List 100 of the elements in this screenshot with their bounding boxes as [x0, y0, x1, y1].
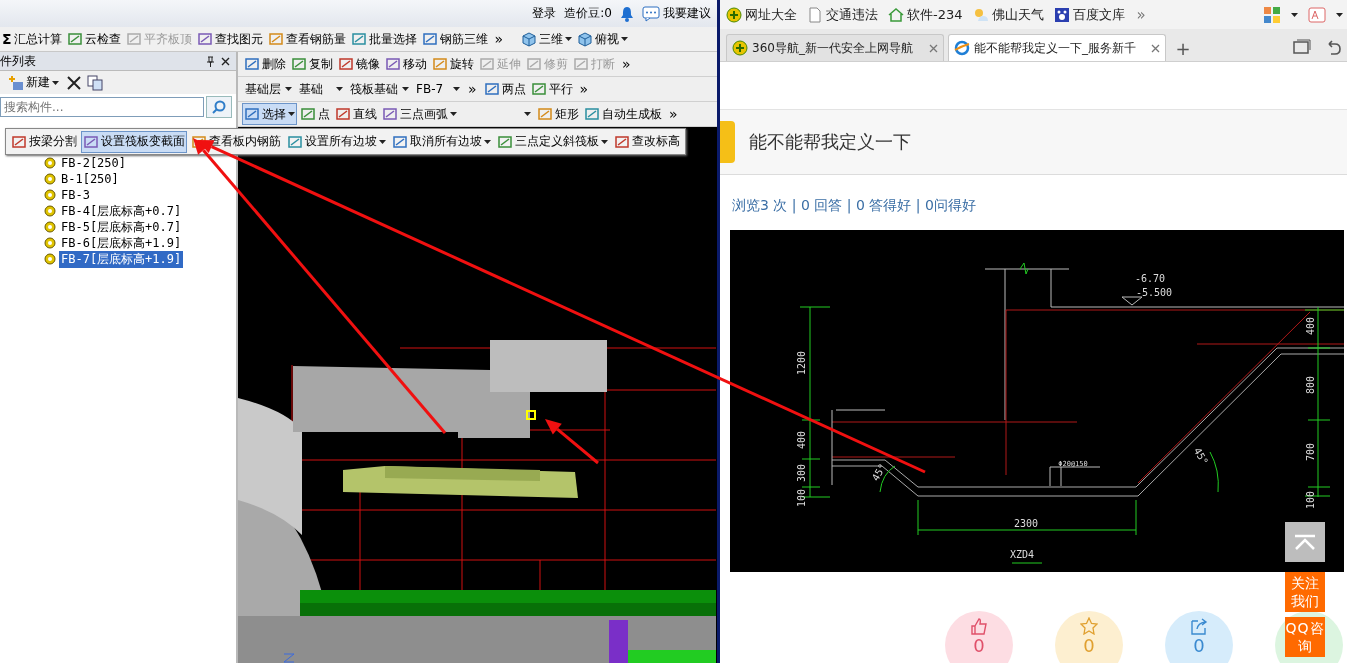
toolbar-button[interactable]: 按梁分割 [9, 130, 79, 153]
layer-dropdown[interactable]: 基础层 [242, 79, 295, 99]
bookmark-link[interactable]: 软件-234 [886, 5, 965, 24]
view-dropdown[interactable]: 三维 [519, 28, 575, 50]
toolbar-button[interactable]: 矩形 [535, 103, 581, 125]
toolbar-button[interactable]: 移动 [383, 53, 429, 75]
tool-icon [421, 31, 438, 47]
tool-icon [497, 133, 513, 150]
new-tab-button[interactable]: + [1170, 35, 1196, 61]
tree-item[interactable]: B-1[250] [59, 172, 121, 186]
toolbar-button[interactable]: 平行 [528, 78, 575, 100]
browser-tab[interactable]: 360导航_新一代安全上网导航 [726, 34, 944, 61]
overflow-button[interactable]: » [575, 79, 593, 99]
plus-icon [8, 74, 24, 91]
apps-icon[interactable] [1263, 5, 1281, 24]
bookmark-link[interactable]: 交通违法 [805, 5, 880, 24]
toolbar-button[interactable]: 三点画弧 [380, 103, 459, 125]
bell-icon[interactable] [620, 5, 634, 22]
tree-item[interactable]: FB-3 [59, 188, 92, 202]
tool-icon [338, 56, 354, 72]
gear-icon [44, 221, 56, 233]
toolbar-button[interactable]: 镜像 [336, 53, 382, 75]
caret-icon [402, 87, 409, 91]
delete-icon[interactable] [67, 75, 81, 90]
caret-icon [453, 87, 460, 91]
overflow-button[interactable]: » [464, 79, 481, 99]
overflow-button[interactable]: » [665, 104, 682, 124]
view-dropdown[interactable]: 俯视 [575, 28, 631, 50]
tool-icon [196, 31, 213, 47]
tab-list-icon[interactable] [1293, 39, 1311, 55]
toolbar-button[interactable]: 自动生成板 [582, 103, 664, 125]
toolbar-button[interactable]: 三点定义斜筏板 [495, 130, 610, 153]
toolbar-button[interactable]: 查找图元 [194, 28, 265, 50]
bookmark-link[interactable]: 百度文库 [1051, 5, 1127, 24]
tool-icon [267, 31, 284, 47]
dimension-label: -5.500 [1135, 287, 1173, 298]
tool-icon [479, 56, 495, 72]
question-title: 能不能帮我定义一下 [749, 130, 911, 154]
letter-box-icon[interactable] [1308, 6, 1326, 23]
toolbar-button[interactable]: 批量选择 [348, 28, 419, 50]
suggest-button[interactable]: 我要建议 [642, 5, 711, 22]
tool-icon [291, 56, 307, 72]
toolbar-button[interactable]: 设置所有边坡 [285, 130, 388, 153]
layer-dropdown[interactable]: 筏板基础 [347, 79, 412, 99]
toolbar-button[interactable]: Σ 汇总计算 [0, 28, 64, 50]
copy-icon[interactable] [87, 74, 103, 91]
toolbar-button[interactable]: 选择 [242, 103, 297, 125]
search-button[interactable] [206, 96, 232, 118]
search-field[interactable]: 搜索构件... [0, 97, 204, 117]
tool-icon [335, 106, 351, 122]
gear-icon [44, 253, 56, 265]
tool-icon [66, 31, 83, 47]
tree-item[interactable]: FB-2[250] [59, 156, 129, 170]
cube-icon [521, 31, 538, 47]
toolbar-button[interactable]: 两点 [481, 78, 528, 100]
tool-icon [350, 31, 367, 47]
toolbar-button[interactable]: 查改标高 [612, 130, 682, 153]
overflow-button[interactable]: » [618, 54, 635, 74]
toolbar-button[interactable]: 设置筏板变截面 [81, 130, 187, 153]
close-icon[interactable] [221, 56, 230, 66]
toolbar-button[interactable]: 直线 [333, 103, 379, 125]
tool-icon [432, 56, 448, 72]
dimension-label: 800 [1305, 375, 1316, 395]
tree-item[interactable]: FB-6[层底标高+1.9] [59, 234, 184, 252]
chevron-up-icon [1293, 534, 1317, 550]
toolbar-button[interactable]: 删除 [242, 53, 288, 75]
caret-icon [450, 112, 457, 116]
tree-item[interactable]: FB-4[层底标高+0.7] [59, 202, 184, 220]
toolbar-button[interactable]: 点 [298, 103, 332, 125]
pin-icon[interactable] [206, 55, 215, 67]
tree-item[interactable]: FB-5[层底标高+0.7] [59, 218, 184, 236]
caret-icon [288, 112, 295, 116]
tool-icon [483, 81, 500, 97]
gear-icon [44, 189, 56, 201]
search-icon [212, 100, 226, 114]
favicon-icon [732, 40, 748, 56]
question-stats: 浏览3 次 | 0 回答 | 0 答得好 | 0问得好 [732, 196, 977, 216]
browser-tab[interactable]: 能不能帮我定义一下_服务新千 [948, 34, 1166, 61]
toolbar-button[interactable]: 云检查 [64, 28, 123, 50]
tree-item[interactable]: FB-7[层底标高+1.9] [59, 250, 184, 268]
overflow-button[interactable]: » [1132, 5, 1150, 24]
toolbar-button[interactable]: 查看钢筋量 [265, 28, 348, 50]
toolbar-button[interactable]: 钢筋三维 [419, 28, 490, 50]
dimension-label: 2300 [1013, 518, 1039, 529]
undo-icon[interactable] [1325, 39, 1341, 55]
bookmark-link[interactable]: 网址大全 [724, 5, 799, 24]
gear-icon [44, 205, 56, 217]
toolbar-button[interactable]: 取消所有边坡 [390, 130, 493, 153]
dimension-label: -6.70 [1134, 273, 1166, 284]
action-count: 0 [1083, 635, 1095, 657]
layer-dropdown[interactable]: FB-7 [413, 79, 463, 99]
dimension-label: 45° [869, 461, 889, 483]
overflow-button[interactable]: » [490, 29, 508, 49]
tool-icon [287, 133, 303, 150]
layer-dropdown[interactable]: 基础 [296, 79, 346, 99]
login-link[interactable]: 登录 [532, 5, 557, 22]
tool-icon [244, 106, 260, 122]
toolbar-button[interactable]: 复制 [289, 53, 335, 75]
bookmark-link[interactable]: 佛山天气 [970, 5, 1046, 24]
toolbar-button[interactable]: 旋转 [430, 53, 476, 75]
